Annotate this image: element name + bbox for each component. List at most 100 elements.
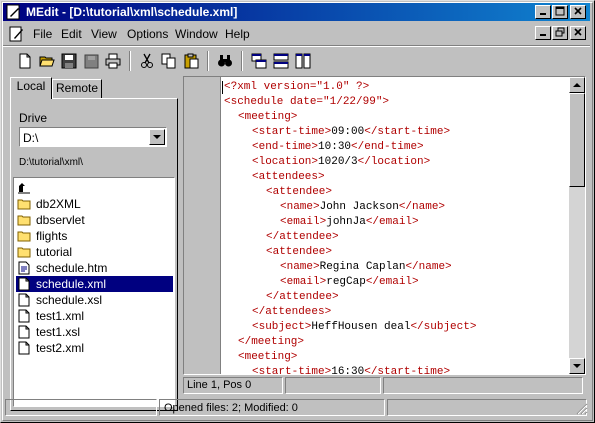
find-button[interactable] [215,51,235,71]
scroll-thumb[interactable] [569,93,585,187]
tab-local[interactable]: Local [10,77,52,99]
menu-options[interactable]: Options [127,27,168,41]
cascade-button[interactable] [249,51,269,71]
toolbar [3,45,590,73]
menu-window[interactable]: Window [175,27,218,41]
drive-label: Drive [19,111,48,125]
child-close-button[interactable] [570,26,586,40]
drive-select[interactable]: D:\ [19,127,167,147]
file-name: schedule.htm [36,261,108,275]
app-window: MEdit - [D:\tutorial\xml\schedule.xml] F… [0,0,595,423]
drive-value: D:\ [23,131,39,145]
editor-status-cell [383,377,583,394]
tab-remote[interactable]: Remote [52,79,102,99]
folder-icon [17,229,31,243]
child-minimize-button[interactable] [535,26,551,40]
file-list-item[interactable]: test2.xml [16,340,173,356]
printer-icon [105,53,121,69]
file-list-item[interactable]: schedule.htm [16,260,173,276]
file-list-item[interactable]: tutorial [16,244,173,260]
document-icon [17,341,31,355]
status-bar: Opened files: 2; Modified: 0 [3,397,590,417]
minimize-button[interactable] [535,5,551,19]
text-caret [222,81,223,94]
document-pen-icon[interactable] [9,26,25,42]
tile-vertical-icon [295,53,311,69]
file-name: test1.xsl [36,325,81,339]
file-list-item[interactable]: dbservlet [16,212,173,228]
status-text: Opened files: 2; Modified: 0 [159,399,385,416]
file-name: schedule.xml [36,277,107,291]
cut-button[interactable] [137,51,157,71]
code-line: <email>regCap</email> [280,276,419,288]
floppy-disk-icon [61,53,77,69]
file-list-item[interactable]: db2XML [16,196,173,212]
file-list[interactable]: db2XML dbservlet flights tutorial schedule.h… [13,177,175,407]
current-path: D:\tutorial\xml\ [19,157,83,168]
folder-icon [17,245,31,259]
document-icon [17,277,31,291]
medit-app-icon [6,4,20,20]
code-line: <attendee> [266,186,333,198]
code-line: <end-time>10:30</end-time> [252,141,424,153]
document-icon [17,309,31,323]
copy-icon [161,53,176,69]
toolbar-separator [129,51,131,71]
file-list-item[interactable]: test1.xsl [16,324,173,340]
minimize-icon [540,13,546,15]
code-line: <location>1020/3</location> [252,156,431,168]
file-list-item[interactable]: schedule.xml [16,276,173,292]
scissors-icon [141,53,153,68]
title-bar[interactable]: MEdit - [D:\tutorial\xml\schedule.xml] [3,3,590,21]
menu-edit[interactable]: Edit [61,27,82,41]
open-folder-icon [39,56,55,67]
close-button[interactable] [570,5,586,19]
code-line: <attendee> [266,246,333,258]
editor-status-cell [285,377,381,394]
open-button[interactable] [37,51,57,71]
code-editor[interactable]: <?xml version="1.0" ?> <schedule date="1/… [220,77,569,374]
code-line: <attendees> [252,171,325,183]
code-line: <meeting> [238,351,298,363]
print-button[interactable] [103,51,123,71]
save-button[interactable] [59,51,79,71]
scroll-up-button[interactable] [569,77,585,93]
file-name: db2XML [36,197,81,211]
code-line: </attendee> [266,291,339,303]
drive-dropdown-button[interactable] [149,129,165,145]
maximize-button[interactable] [552,5,568,19]
status-cell [5,399,157,416]
file-name: test1.xml [36,309,85,323]
child-restore-button[interactable] [552,26,568,40]
code-line: <name>Regina Caplan</name> [280,261,452,273]
binoculars-icon [218,55,232,67]
menu-file[interactable]: File [33,27,52,41]
scroll-down-button[interactable] [569,358,585,374]
vertical-scrollbar[interactable] [569,77,585,374]
chevron-down-icon [153,135,161,139]
tile-horizontal-button[interactable] [271,51,291,71]
file-name: flights [36,229,68,243]
save-all-button[interactable] [81,51,101,71]
editor-frame: <?xml version="1.0" ?> <schedule date="1/… [183,76,586,375]
tile-vertical-button[interactable] [293,51,313,71]
close-icon [574,28,582,36]
resize-grip-icon[interactable] [576,403,588,415]
cursor-position: Line 1, Pos 0 [183,377,283,394]
folder-icon [17,197,31,211]
file-list-item[interactable]: schedule.xsl [16,292,173,308]
file-list-item[interactable]: test1.xml [16,308,173,324]
file-list-item[interactable]: flights [16,228,173,244]
copy-button[interactable] [159,51,179,71]
local-tab-panel: Drive D:\ D:\tutorial\xml\ db2XML dbservl… [10,98,178,411]
paste-button[interactable] [181,51,201,71]
arrow-down-icon [573,364,581,368]
file-name: dbservlet [36,213,85,227]
new-button[interactable] [15,51,35,71]
file-name: test2.xml [36,341,85,355]
new-file-icon [19,53,31,69]
menu-help[interactable]: Help [225,27,250,41]
menu-view[interactable]: View [91,27,117,41]
minimize-icon [540,34,546,36]
file-list-item[interactable] [16,180,173,196]
